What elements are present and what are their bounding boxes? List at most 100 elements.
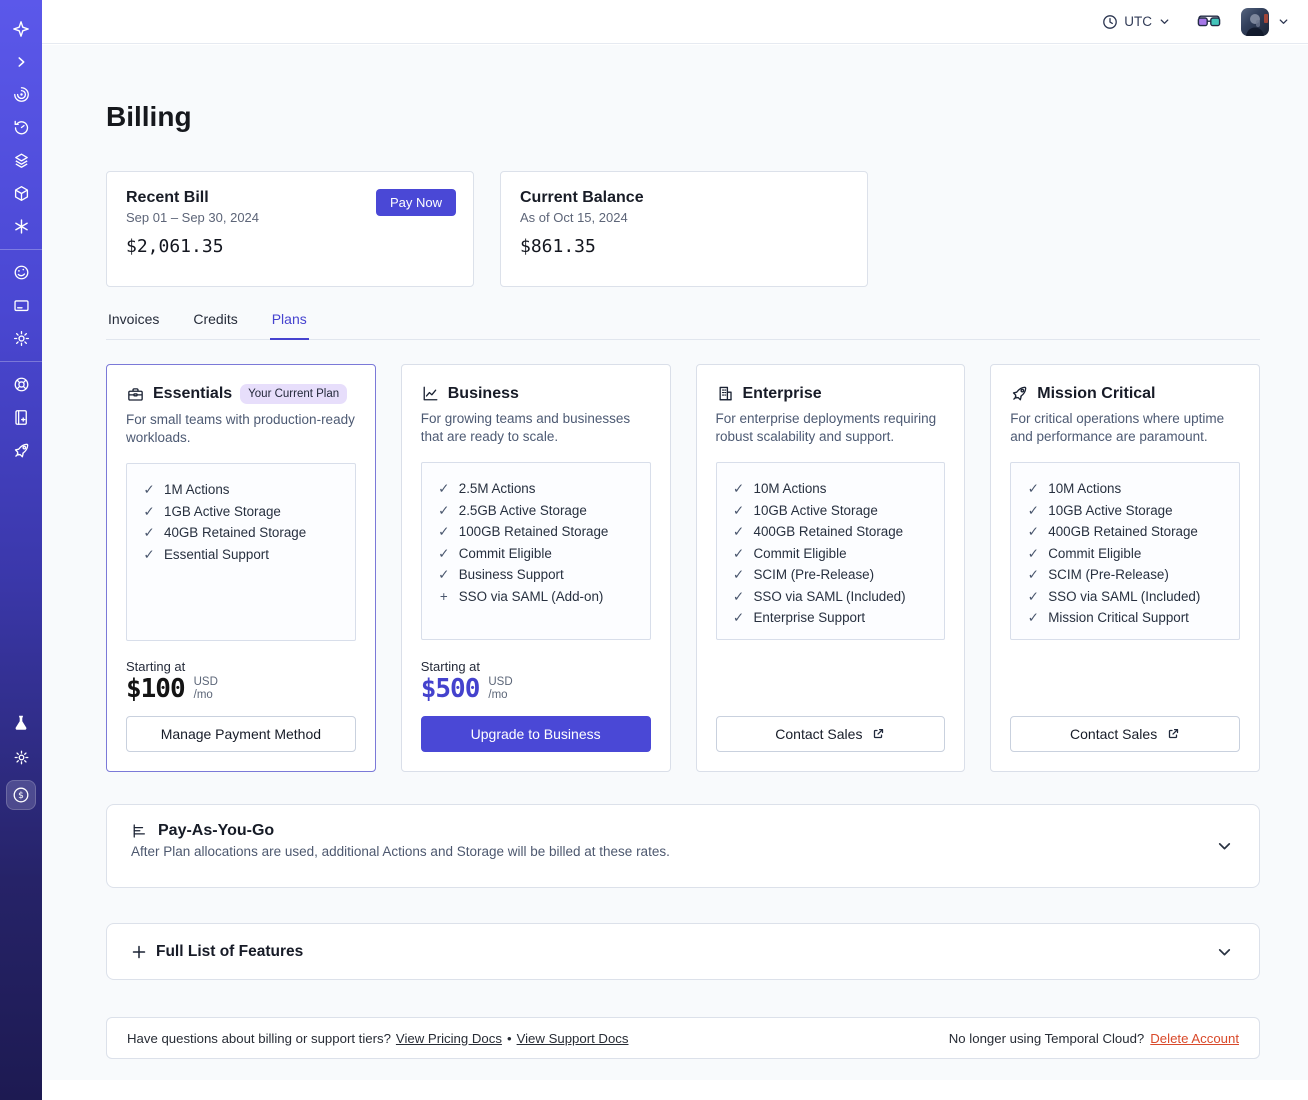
rocket-icon[interactable]: [0, 434, 42, 467]
plan-feature-list: ✓ 1M Actions ✓ 1GB Active Storage ✓ 40GB Re…: [126, 463, 356, 642]
delete-account-link[interactable]: Delete Account: [1150, 1031, 1239, 1046]
feature-item: ✓ Essential Support: [143, 544, 347, 566]
support-lifebuoy-icon[interactable]: [0, 368, 42, 401]
feature-item: ✓ 10GB Active Storage: [1027, 500, 1231, 522]
plan-description: For growing teams and businesses that ar…: [420, 411, 631, 445]
feature-item: ✓ 1GB Active Storage: [143, 501, 347, 523]
pay-now-button[interactable]: Pay Now: [375, 189, 456, 216]
view-support-docs-link[interactable]: View Support Docs: [517, 1031, 629, 1046]
plan-name: Essentials: [153, 385, 233, 402]
docs-book-icon[interactable]: [0, 401, 42, 434]
clock-icon: [1102, 14, 1118, 30]
plan-name: Mission Critical: [1037, 384, 1156, 402]
billing-tabs: Invoices Credits Plans: [106, 311, 1260, 340]
timezone-selector[interactable]: UTC: [1102, 14, 1171, 30]
upgrade-to-business-button[interactable]: Upgrade to Business: [420, 716, 651, 752]
3d-glasses-icon[interactable]: [1197, 15, 1221, 29]
page-title: Billing: [106, 101, 192, 132]
footer-right-question: No longer using Temporal Cloud?: [948, 1030, 1145, 1046]
horizontal-bar-chart-icon: [131, 822, 149, 840]
lab-flask-icon[interactable]: [0, 712, 42, 734]
contact-sales-button[interactable]: Contact Sales: [715, 716, 946, 752]
recent-bill-amount: $2,061.35: [126, 236, 224, 257]
external-link-icon: [1166, 727, 1180, 741]
summary-row: Recent Bill Sep 01 – Sep 30, 2024 $2,061…: [106, 171, 1260, 287]
timer-icon[interactable]: [0, 111, 42, 144]
feature-item: ✓ 40GB Retained Storage: [143, 522, 347, 544]
feature-item: ✓ 10M Actions: [1027, 478, 1231, 500]
check-icon: ✓: [1027, 588, 1039, 604]
theme-sun-icon[interactable]: [0, 746, 42, 768]
feature-item: ✓ Enterprise Support: [733, 607, 937, 629]
plans-row: Essentials Your Current Plan For small t…: [106, 364, 1260, 772]
check-icon: ✓: [1027, 502, 1039, 518]
topbar: UTC: [42, 0, 1308, 44]
current-balance-asof: As of Oct 15, 2024: [520, 210, 628, 225]
manage-payment-method-button[interactable]: Manage Payment Method: [126, 716, 356, 752]
footer-question: Have questions about billing or support …: [127, 1030, 391, 1046]
avatar[interactable]: [1241, 7, 1269, 36]
dot-separator: •: [506, 1030, 512, 1046]
current-balance-card: Current Balance As of Oct 15, 2024 $861.…: [500, 171, 868, 287]
price-period: /mo: [488, 689, 508, 701]
tab-credits[interactable]: Credits: [191, 311, 239, 340]
payg-accordion[interactable]: Pay-As-You-Go After Plan allocations are…: [106, 804, 1260, 888]
view-pricing-docs-link[interactable]: View Pricing Docs: [396, 1031, 502, 1046]
check-icon: ✓: [732, 502, 745, 518]
building-icon: [716, 384, 735, 403]
settings-gear-icon[interactable]: [0, 322, 42, 355]
layers-icon[interactable]: [0, 144, 42, 177]
feature-item: ✓ SCIM (Pre-Release): [1027, 564, 1231, 586]
asterisk-icon[interactable]: [0, 210, 42, 243]
rocket-icon: [1010, 384, 1029, 403]
payg-description: After Plan allocations are used, additio…: [131, 844, 670, 859]
usage-dollar-icon[interactable]: $: [6, 780, 36, 810]
check-icon: ✓: [438, 524, 450, 540]
plan-description: For critical operations where uptime and…: [1010, 411, 1225, 445]
briefcase-icon: [126, 385, 145, 404]
plan-feature-list: ✓ 2.5M Actions ✓ 2.5GB Active Storage ✓ 100…: [420, 462, 651, 641]
tab-invoices[interactable]: Invoices: [106, 311, 161, 340]
check-icon: ✓: [438, 567, 450, 583]
tab-plans[interactable]: Plans: [269, 311, 309, 340]
billing-card-icon[interactable]: [0, 289, 42, 322]
plan-card-enterprise: Enterprise For enterprise deployments re…: [695, 364, 966, 772]
current-balance-title: Current Balance: [520, 189, 644, 206]
line-chart-icon: [421, 384, 440, 403]
chevron-down-icon[interactable]: [1216, 943, 1233, 960]
current-balance-amount: $861.35: [520, 236, 596, 257]
feature-item: ✓ 10M Actions: [733, 478, 937, 500]
check-icon: ✓: [143, 503, 155, 519]
svg-text:$: $: [18, 791, 24, 801]
timezone-label: UTC: [1124, 14, 1152, 29]
full-features-accordion[interactable]: Full List of Features: [106, 923, 1260, 980]
feature-item: ✓ Commit Eligible: [733, 543, 937, 565]
plus-icon: +: [439, 588, 448, 604]
price-currency: USD: [488, 676, 513, 688]
plan-name: Enterprise: [742, 384, 822, 402]
check-icon: ✓: [1027, 610, 1039, 626]
sidebar: $: [0, 0, 42, 1100]
footer-bar: Have questions about billing or support …: [106, 1017, 1260, 1059]
feature-item: ✓ 10GB Active Storage: [733, 500, 937, 522]
check-icon: ✓: [438, 545, 450, 561]
expand-chevron-icon[interactable]: [0, 45, 42, 78]
temporal-logo-icon[interactable]: [0, 12, 42, 45]
plan-card-essentials: Essentials Your Current Plan For small t…: [106, 364, 376, 772]
cube-icon[interactable]: [0, 177, 42, 210]
chevron-down-icon[interactable]: [1216, 838, 1233, 855]
plus-icon: [131, 944, 147, 960]
account-menu-chevron-icon[interactable]: [1277, 15, 1290, 28]
full-features-title: Full List of Features: [156, 942, 304, 960]
check-icon: ✓: [1027, 567, 1039, 583]
feature-item: ✓ SCIM (Pre-Release): [733, 564, 937, 586]
feature-item: ✓ Mission Critical Support: [1027, 607, 1231, 629]
contact-sales-button[interactable]: Contact Sales: [1010, 716, 1240, 752]
external-link-icon: [871, 727, 885, 741]
check-icon: ✓: [732, 545, 745, 561]
namespaces-spiral-icon[interactable]: [0, 78, 42, 111]
plan-feature-list: ✓ 10M Actions ✓ 10GB Active Storage ✓ 400GB…: [1010, 462, 1240, 641]
gauge-face-icon[interactable]: [0, 256, 42, 289]
sidebar-divider: [0, 249, 42, 250]
check-icon: ✓: [143, 546, 155, 562]
